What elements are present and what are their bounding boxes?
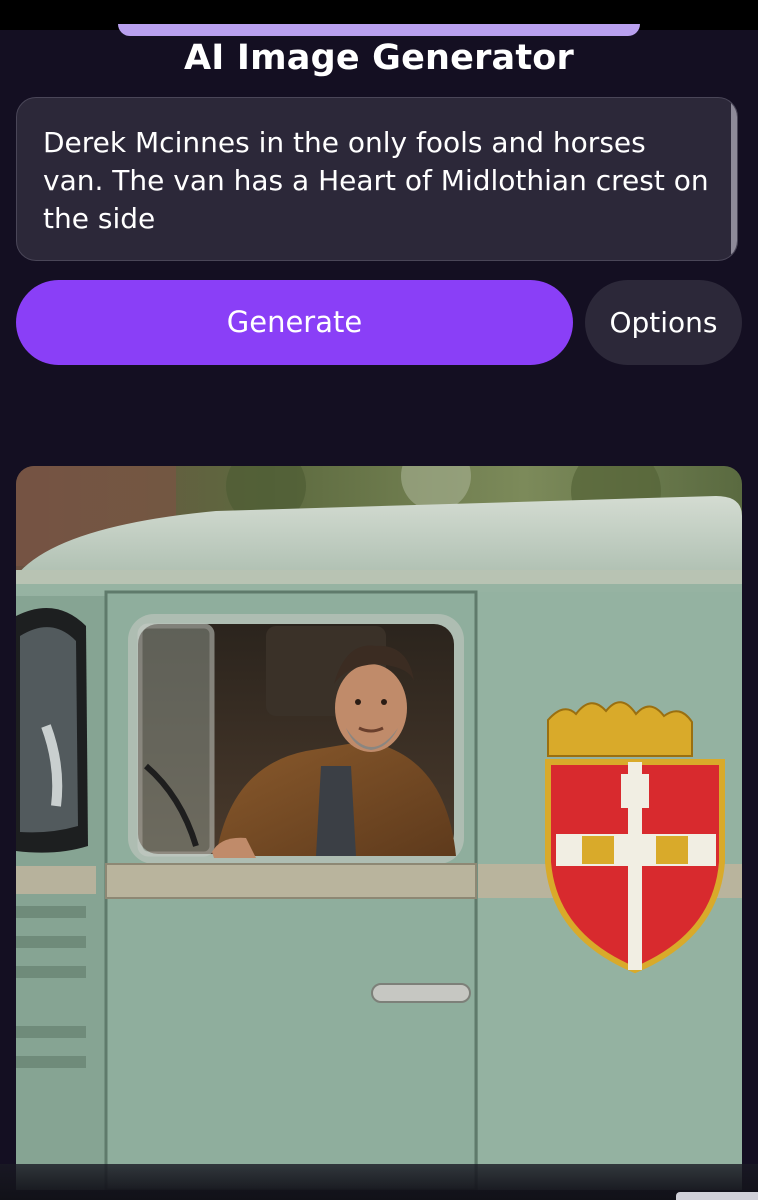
generated-image[interactable] [16,466,742,1190]
generate-button[interactable]: Generate [16,280,573,365]
home-indicator[interactable] [676,1192,758,1200]
prompt-input[interactable]: Derek Mcinnes in the only fools and hors… [16,97,738,261]
bottom-navigation-bar [0,1164,758,1200]
prompt-scrollbar[interactable] [731,100,737,256]
generated-image-illustration [16,466,742,1190]
top-sheet-handle [118,24,640,36]
options-button[interactable]: Options [585,280,742,365]
page-title: AI Image Generator [183,38,575,78]
prompt-text[interactable]: Derek Mcinnes in the only fools and hors… [43,124,713,238]
